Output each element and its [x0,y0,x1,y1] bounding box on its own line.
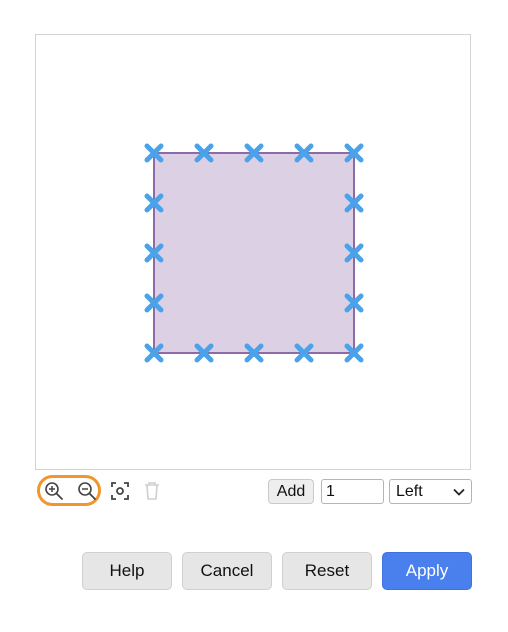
fit-screen-icon [111,482,129,500]
editor-toolbar: Add Left [35,474,472,510]
zoom-in-icon [45,482,63,500]
shape-svg[interactable] [36,35,472,471]
fit-screen-button[interactable] [109,480,131,502]
shape-rectangle[interactable] [153,152,355,354]
shape-editor-canvas[interactable] [35,34,471,470]
add-point-button[interactable]: Add [268,479,314,504]
zoom-in-button[interactable] [43,480,65,502]
delete-button[interactable] [141,480,163,502]
trash-icon [145,482,159,500]
help-button[interactable]: Help [82,552,172,590]
chevron-down-icon [453,488,465,496]
cancel-button[interactable]: Cancel [182,552,272,590]
zoom-out-icon [78,482,96,500]
zoom-out-button[interactable] [76,480,98,502]
point-count-input[interactable] [321,479,384,504]
reset-button[interactable]: Reset [282,552,372,590]
side-select[interactable]: Left [389,479,472,504]
apply-button[interactable]: Apply [382,552,472,590]
side-select-value: Left [396,482,423,500]
